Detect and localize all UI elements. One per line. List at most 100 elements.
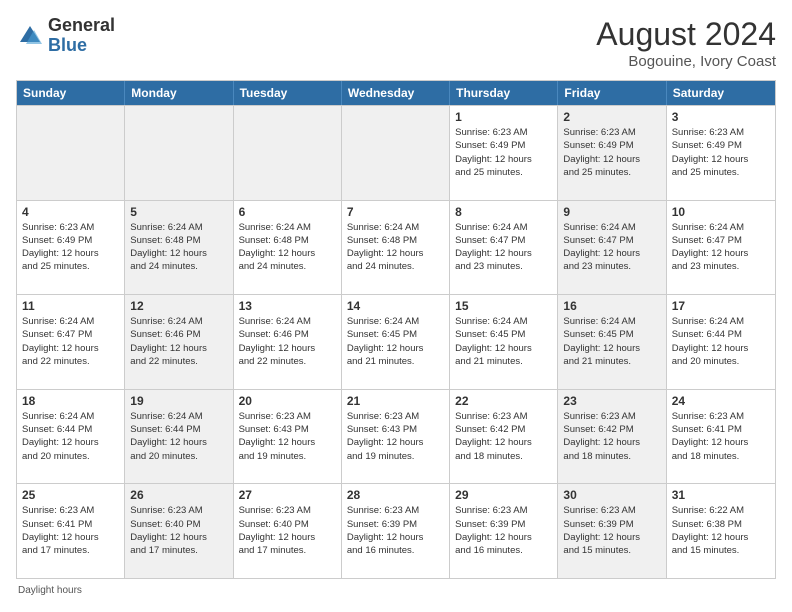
footer-note: Daylight hours — [16, 585, 776, 596]
day-number: 6 — [239, 205, 336, 219]
cell-info: Sunrise: 6:24 AM Sunset: 6:46 PM Dayligh… — [130, 315, 227, 368]
logo-text: General Blue — [48, 16, 115, 56]
cell-info: Sunrise: 6:23 AM Sunset: 6:41 PM Dayligh… — [22, 504, 119, 557]
cell-info: Sunrise: 6:23 AM Sunset: 6:43 PM Dayligh… — [347, 410, 444, 463]
logo-line1: General — [48, 16, 115, 36]
day-number: 30 — [563, 488, 660, 502]
day-number: 15 — [455, 299, 552, 313]
cell-info: Sunrise: 6:23 AM Sunset: 6:40 PM Dayligh… — [239, 504, 336, 557]
day-number: 22 — [455, 394, 552, 408]
day-number: 19 — [130, 394, 227, 408]
day-of-week-monday: Monday — [125, 81, 233, 105]
day-number: 29 — [455, 488, 552, 502]
cal-cell-17: 17 Sunrise: 6:24 AM Sunset: 6:44 PM Dayli… — [667, 295, 775, 389]
calendar-body: 1 Sunrise: 6:23 AM Sunset: 6:49 PM Daylig… — [17, 105, 775, 578]
cal-cell-15: 15Sunrise: 6:24 AM Sunset: 6:45 PM Dayli… — [450, 295, 558, 389]
day-number: 7 — [347, 205, 444, 219]
week-row-4: 18 Sunrise: 6:24 AM Sunset: 6:44 PM Dayli… — [17, 389, 775, 484]
cal-cell-25: 25 Sunrise: 6:23 AM Sunset: 6:41 PM Dayli… — [17, 484, 125, 578]
cal-cell-30: 30Sunrise: 6:23 AM Sunset: 6:39 PM Dayli… — [558, 484, 666, 578]
day-number: 5 — [130, 205, 227, 219]
cal-cell-24: 24 Sunrise: 6:23 AM Sunset: 6:41 PM Dayli… — [667, 390, 775, 484]
cell-info: Sunrise: 6:22 AM Sunset: 6:38 PM Dayligh… — [672, 504, 770, 557]
cell-info: Sunrise: 6:24 AM Sunset: 6:44 PM Dayligh… — [130, 410, 227, 463]
cal-cell-9: 9 Sunrise: 6:24 AM Sunset: 6:47 PM Daylig… — [558, 201, 666, 295]
cell-info: Sunrise: 6:23 AM Sunset: 6:43 PM Dayligh… — [239, 410, 336, 463]
day-of-week-saturday: Saturday — [667, 81, 775, 105]
cal-cell-8: 8Sunrise: 6:24 AM Sunset: 6:47 PM Daylig… — [450, 201, 558, 295]
cal-cell-1: 1Sunrise: 6:23 AM Sunset: 6:49 PM Daylig… — [450, 106, 558, 200]
cal-cell-11: 11Sunrise: 6:24 AM Sunset: 6:47 PM Dayli… — [17, 295, 125, 389]
cal-cell-18: 18 Sunrise: 6:24 AM Sunset: 6:44 PM Dayli… — [17, 390, 125, 484]
week-row-1: 1 Sunrise: 6:23 AM Sunset: 6:49 PM Daylig… — [17, 105, 775, 200]
cal-cell-14: 14 Sunrise: 6:24 AM Sunset: 6:45 PM Dayli… — [342, 295, 450, 389]
day-number: 2 — [563, 110, 660, 124]
cell-info: Sunrise: 6:24 AM Sunset: 6:48 PM Dayligh… — [239, 221, 336, 274]
day-number: 9 — [563, 205, 660, 219]
cal-cell-2: 2 Sunrise: 6:23 AM Sunset: 6:49 PM Daylig… — [558, 106, 666, 200]
day-number: 13 — [239, 299, 336, 313]
cell-info: Sunrise: 6:24 AM Sunset: 6:48 PM Dayligh… — [130, 221, 227, 274]
day-number: 26 — [130, 488, 227, 502]
cell-info: Sunrise: 6:24 AM Sunset: 6:47 PM Dayligh… — [672, 221, 770, 274]
cal-cell-4: 4Sunrise: 6:23 AM Sunset: 6:49 PM Daylig… — [17, 201, 125, 295]
day-number: 1 — [455, 110, 552, 124]
cell-info: Sunrise: 6:24 AM Sunset: 6:45 PM Dayligh… — [563, 315, 660, 368]
cal-cell-3: 3Sunrise: 6:23 AM Sunset: 6:49 PM Daylig… — [667, 106, 775, 200]
cell-info: Sunrise: 6:23 AM Sunset: 6:42 PM Dayligh… — [455, 410, 552, 463]
day-number: 3 — [672, 110, 770, 124]
cell-info: Sunrise: 6:23 AM Sunset: 6:42 PM Dayligh… — [563, 410, 660, 463]
cell-info: Sunrise: 6:24 AM Sunset: 6:44 PM Dayligh… — [22, 410, 119, 463]
cell-info: Sunrise: 6:24 AM Sunset: 6:47 PM Dayligh… — [563, 221, 660, 274]
day-number: 28 — [347, 488, 444, 502]
cal-cell-empty-1 — [125, 106, 233, 200]
day-number: 12 — [130, 299, 227, 313]
cal-cell-13: 13Sunrise: 6:24 AM Sunset: 6:46 PM Dayli… — [234, 295, 342, 389]
cal-cell-7: 7 Sunrise: 6:24 AM Sunset: 6:48 PM Daylig… — [342, 201, 450, 295]
cell-info: Sunrise: 6:24 AM Sunset: 6:47 PM Dayligh… — [455, 221, 552, 274]
cal-cell-12: 12 Sunrise: 6:24 AM Sunset: 6:46 PM Dayli… — [125, 295, 233, 389]
cell-info: Sunrise: 6:23 AM Sunset: 6:40 PM Dayligh… — [130, 504, 227, 557]
day-number: 27 — [239, 488, 336, 502]
day-of-week-tuesday: Tuesday — [234, 81, 342, 105]
day-number: 24 — [672, 394, 770, 408]
cal-cell-27: 27 Sunrise: 6:23 AM Sunset: 6:40 PM Dayli… — [234, 484, 342, 578]
cal-cell-6: 6 Sunrise: 6:24 AM Sunset: 6:48 PM Daylig… — [234, 201, 342, 295]
cal-cell-20: 20 Sunrise: 6:23 AM Sunset: 6:43 PM Dayli… — [234, 390, 342, 484]
title-block: August 2024 Bogouine, Ivory Coast — [596, 16, 776, 70]
day-number: 14 — [347, 299, 444, 313]
logo-line2: Blue — [48, 36, 115, 56]
cal-cell-29: 29 Sunrise: 6:23 AM Sunset: 6:39 PM Dayli… — [450, 484, 558, 578]
day-of-week-thursday: Thursday — [450, 81, 558, 105]
cal-cell-31: 31 Sunrise: 6:22 AM Sunset: 6:38 PM Dayli… — [667, 484, 775, 578]
day-number: 11 — [22, 299, 119, 313]
week-row-3: 11Sunrise: 6:24 AM Sunset: 6:47 PM Dayli… — [17, 294, 775, 389]
main-title: August 2024 — [596, 16, 776, 53]
subtitle: Bogouine, Ivory Coast — [596, 53, 776, 70]
cal-cell-28: 28Sunrise: 6:23 AM Sunset: 6:39 PM Dayli… — [342, 484, 450, 578]
calendar: SundayMondayTuesdayWednesdayThursdayFrid… — [16, 80, 776, 579]
cal-cell-16: 16Sunrise: 6:24 AM Sunset: 6:45 PM Dayli… — [558, 295, 666, 389]
day-number: 20 — [239, 394, 336, 408]
logo-icon — [16, 22, 44, 50]
day-number: 10 — [672, 205, 770, 219]
cell-info: Sunrise: 6:24 AM Sunset: 6:44 PM Dayligh… — [672, 315, 770, 368]
cell-info: Sunrise: 6:23 AM Sunset: 6:39 PM Dayligh… — [455, 504, 552, 557]
cell-info: Sunrise: 6:23 AM Sunset: 6:41 PM Dayligh… — [672, 410, 770, 463]
cell-info: Sunrise: 6:23 AM Sunset: 6:49 PM Dayligh… — [563, 126, 660, 179]
day-of-week-wednesday: Wednesday — [342, 81, 450, 105]
header: General Blue August 2024 Bogouine, Ivory… — [16, 16, 776, 70]
cal-cell-5: 5 Sunrise: 6:24 AM Sunset: 6:48 PM Daylig… — [125, 201, 233, 295]
cal-cell-26: 26 Sunrise: 6:23 AM Sunset: 6:40 PM Dayli… — [125, 484, 233, 578]
day-number: 25 — [22, 488, 119, 502]
day-number: 31 — [672, 488, 770, 502]
cell-info: Sunrise: 6:24 AM Sunset: 6:48 PM Dayligh… — [347, 221, 444, 274]
day-number: 18 — [22, 394, 119, 408]
week-row-2: 4Sunrise: 6:23 AM Sunset: 6:49 PM Daylig… — [17, 200, 775, 295]
day-number: 17 — [672, 299, 770, 313]
cal-cell-21: 21Sunrise: 6:23 AM Sunset: 6:43 PM Dayli… — [342, 390, 450, 484]
cal-cell-19: 19 Sunrise: 6:24 AM Sunset: 6:44 PM Dayli… — [125, 390, 233, 484]
calendar-header: SundayMondayTuesdayWednesdayThursdayFrid… — [17, 81, 775, 105]
cal-cell-22: 22 Sunrise: 6:23 AM Sunset: 6:42 PM Dayli… — [450, 390, 558, 484]
cell-info: Sunrise: 6:24 AM Sunset: 6:45 PM Dayligh… — [347, 315, 444, 368]
